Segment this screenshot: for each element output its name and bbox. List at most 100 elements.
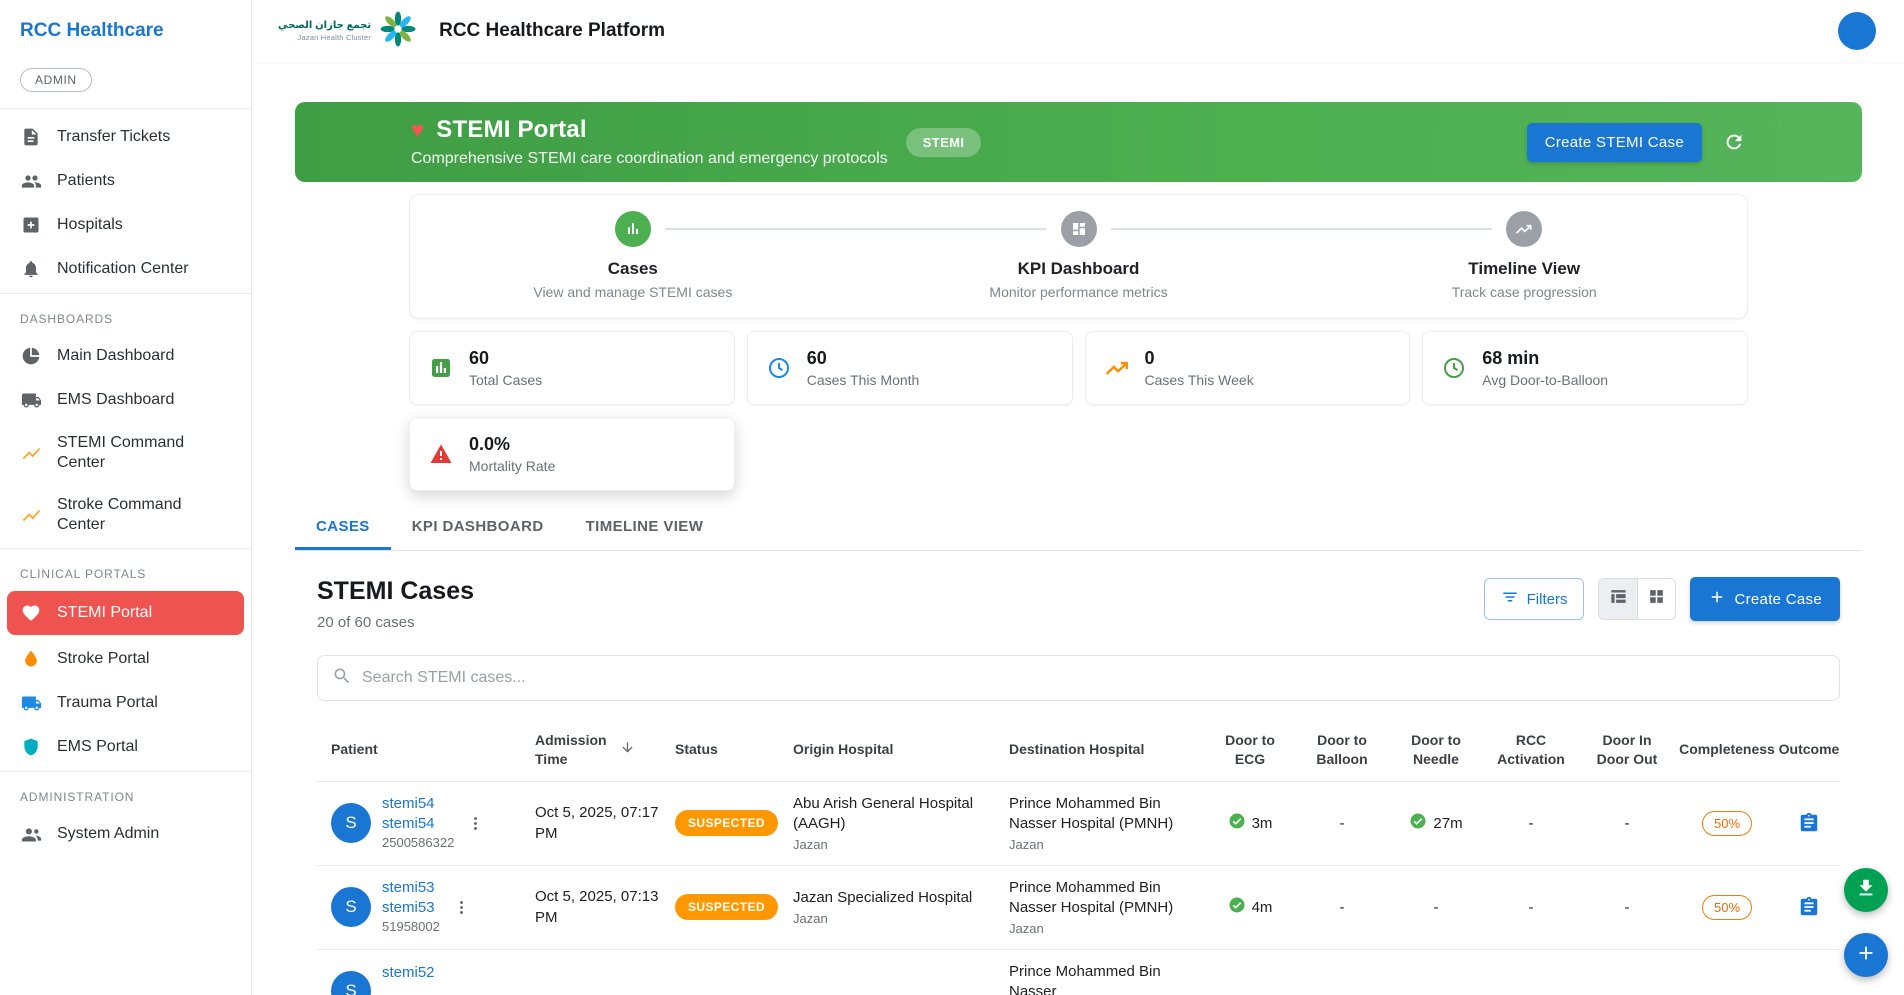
brand-title: RCC Healthcare <box>0 20 251 42</box>
door-to-balloon-value: - <box>1295 899 1389 916</box>
destination-hospital-city: Jazan <box>1009 837 1205 853</box>
ambulance-icon <box>20 692 42 714</box>
table-row[interactable]: S stemi53 stemi53 51958002 Oct 5, 2025, … <box>317 866 1840 950</box>
banner-title: STEMI Portal <box>436 116 586 144</box>
column-origin-hospital[interactable]: Origin Hospital <box>793 740 1009 759</box>
create-stemi-case-button[interactable]: Create STEMI Case <box>1527 123 1702 162</box>
clock-icon <box>765 354 793 382</box>
destination-hospital-name: Prince Mohammed Bin Nasser Hospital (PMN… <box>1009 878 1205 919</box>
column-rcc-activation[interactable]: RCC Activation <box>1483 731 1579 769</box>
door-to-ecg-value: 4m <box>1252 899 1273 916</box>
sidebar-item-system-admin[interactable]: System Admin <box>0 812 251 856</box>
patient-name-link[interactable]: stemi53 <box>382 898 440 918</box>
refresh-icon[interactable] <box>1722 130 1746 154</box>
section-header-dashboards: DASHBOARDS <box>0 300 251 334</box>
cases-count: 20 of 60 cases <box>317 614 474 631</box>
create-case-button[interactable]: Create Case <box>1690 577 1840 621</box>
pie-chart-icon <box>20 345 42 367</box>
row-menu-icon[interactable] <box>453 899 470 916</box>
origin-hospital-city: Jazan <box>793 911 1009 927</box>
sidebar-item-main-dashboard[interactable]: Main Dashboard <box>0 334 251 378</box>
column-door-in-door-out[interactable]: Door In Door Out <box>1579 731 1675 769</box>
topbar: تجمع جازان الصحي Jazan Health Cluster RC… <box>252 0 1904 62</box>
stats-row: 60Total Cases 60Cases This Month 0Cases … <box>409 331 1748 405</box>
sidebar-item-hospitals[interactable]: Hospitals <box>0 203 251 247</box>
column-door-to-balloon[interactable]: Door to Balloon <box>1295 731 1389 769</box>
stat-mortality-rate: 0.0%Mortality Rate <box>409 417 735 491</box>
sidebar-item-notification-center[interactable]: Notification Center <box>0 247 251 291</box>
user-avatar[interactable] <box>1838 12 1876 50</box>
patient-avatar: S <box>331 971 371 995</box>
sidebar-item-ems-dashboard[interactable]: EMS Dashboard <box>0 378 251 422</box>
patient-name-link[interactable]: stemi52 <box>382 963 435 983</box>
step-cases[interactable]: Cases View and manage STEMI cases <box>410 211 856 300</box>
dashboard-icon <box>1061 211 1097 247</box>
row-menu-icon[interactable] <box>467 815 484 832</box>
check-circle-icon <box>1228 812 1246 834</box>
step-timeline-view[interactable]: Timeline View Track case progression <box>1301 211 1747 300</box>
sidebar-item-label: Hospitals <box>57 215 123 235</box>
step-kpi-dashboard[interactable]: KPI Dashboard Monitor performance metric… <box>856 211 1302 300</box>
tab-cases[interactable]: CASES <box>295 503 391 550</box>
filter-icon <box>1501 588 1519 610</box>
filters-button[interactable]: Filters <box>1484 578 1585 620</box>
stat-cases-this-week: 0Cases This Week <box>1085 331 1411 405</box>
table-row[interactable]: S stemi54 stemi54 2500586322 Oct 5, 2025… <box>317 782 1840 866</box>
patient-name-link[interactable]: stemi53 <box>382 878 440 898</box>
heart-icon <box>20 602 42 624</box>
column-outcome[interactable]: Outcome <box>1779 740 1839 759</box>
sidebar-item-stroke-command-center[interactable]: Stroke Command Center <box>0 484 251 546</box>
add-case-fab[interactable] <box>1844 933 1888 977</box>
outcome-report-icon[interactable] <box>1779 812 1839 834</box>
sidebar-item-ems-portal[interactable]: EMS Portal <box>0 725 251 769</box>
table-view-button[interactable] <box>1599 579 1637 619</box>
sidebar-item-stemi-command-center[interactable]: STEMI Command Center <box>0 422 251 484</box>
patient-name-link <box>382 983 435 995</box>
divider <box>0 108 251 109</box>
stat-avg-door-to-balloon: 68 minAvg Door-to-Balloon <box>1422 331 1748 405</box>
stat-total-cases: 60Total Cases <box>409 331 735 405</box>
column-admission-time[interactable]: Admission Time <box>535 731 675 769</box>
logo-arabic-text: تجمع جازان الصحي <box>278 20 371 33</box>
tab-kpi-dashboard[interactable]: KPI DASHBOARD <box>391 503 565 550</box>
column-door-to-ecg[interactable]: Door to ECG <box>1205 731 1295 769</box>
rcc-activation-value: - <box>1483 899 1579 916</box>
door-in-door-out-value: - <box>1579 815 1675 832</box>
column-status[interactable]: Status <box>675 740 793 759</box>
tab-timeline-view[interactable]: TIMELINE VIEW <box>565 503 725 550</box>
destination-hospital-name: Prince Mohammed Bin Nasser <box>1009 962 1205 995</box>
sort-desc-icon <box>620 740 635 760</box>
patient-mrn: 51958002 <box>382 919 440 936</box>
sidebar-item-label: Stroke Portal <box>57 649 149 669</box>
admission-time: Oct 5, 2025, 07:17 PM <box>535 802 675 844</box>
banner-subtitle: Comprehensive STEMI care coordination an… <box>411 150 888 168</box>
outcome-report-icon[interactable] <box>1779 896 1839 918</box>
sidebar-item-label: Transfer Tickets <box>57 127 170 147</box>
sidebar-item-label: Main Dashboard <box>57 346 174 366</box>
stat-label: Avg Door-to-Balloon <box>1482 372 1608 388</box>
sidebar-item-stroke-portal[interactable]: Stroke Portal <box>0 637 251 681</box>
trending-up-icon <box>1506 211 1542 247</box>
column-destination-hospital[interactable]: Destination Hospital <box>1009 740 1205 759</box>
patient-name-link[interactable]: stemi54 <box>382 814 454 834</box>
column-patient[interactable]: Patient <box>331 740 535 759</box>
admin-role-badge: ADMIN <box>20 68 92 92</box>
table-row[interactable]: S stemi52 Prince Mohammed Bin Nasser <box>317 950 1840 995</box>
door-to-needle-value: 27m <box>1433 815 1462 832</box>
sidebar-item-trauma-portal[interactable]: Trauma Portal <box>0 681 251 725</box>
sidebar-item-transfer-tickets[interactable]: Transfer Tickets <box>0 115 251 159</box>
patient-mrn: 2500586322 <box>382 835 454 852</box>
patient-name-link[interactable]: stemi54 <box>382 794 454 814</box>
column-completeness[interactable]: Completeness <box>1675 740 1779 759</box>
document-icon <box>20 126 42 148</box>
plus-icon <box>1708 588 1726 610</box>
sidebar-item-stemi-portal[interactable]: STEMI Portal <box>7 591 244 635</box>
search-input[interactable] <box>362 669 1825 687</box>
grid-view-button[interactable] <box>1637 579 1675 619</box>
column-door-to-needle[interactable]: Door to Needle <box>1389 731 1483 769</box>
sidebar-item-patients[interactable]: Patients <box>0 159 251 203</box>
stepper-card: Cases View and manage STEMI cases KPI Da… <box>409 194 1748 319</box>
export-download-fab[interactable] <box>1844 868 1888 912</box>
step-description: View and manage STEMI cases <box>533 284 732 300</box>
step-label: Cases <box>608 259 658 279</box>
